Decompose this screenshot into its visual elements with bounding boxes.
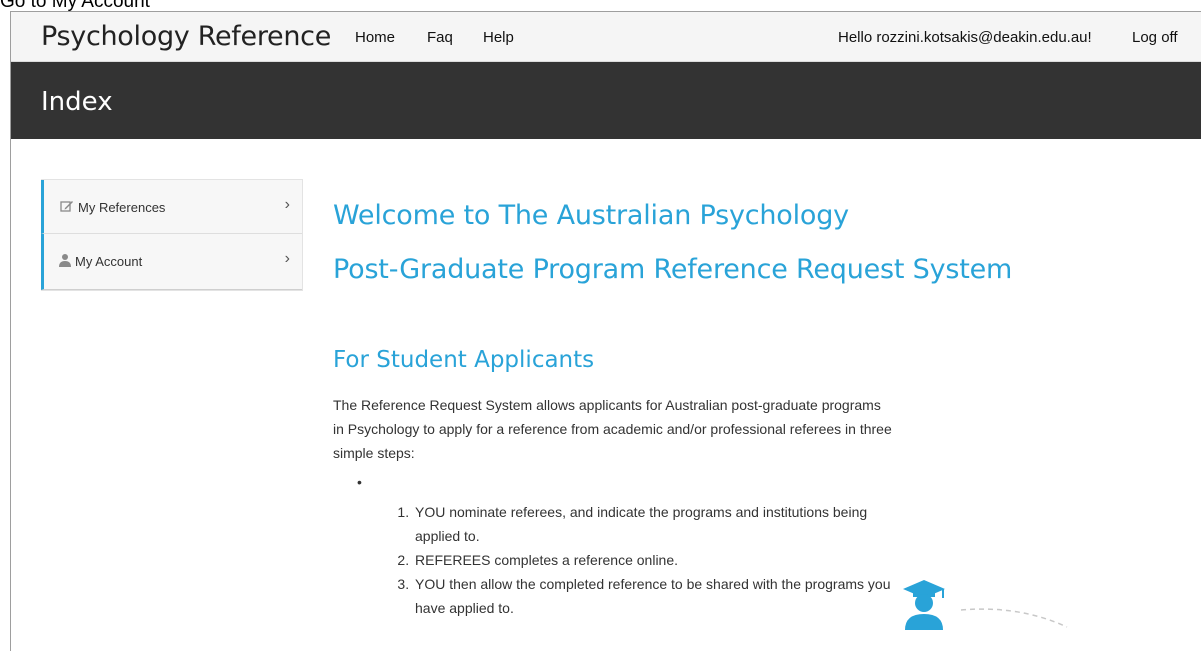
intro-paragraph: The Reference Request System allows appl… [333,397,892,461]
section-heading-students: For Student Applicants [333,347,595,373]
brand-logo[interactable]: Psychology Reference [41,21,331,52]
screenshot-caption: Go to My Account [0,0,150,12]
nav-help-link[interactable]: Help [483,29,514,46]
list-item: REFEREES completes a reference online. [413,548,898,572]
page-title: Index [41,87,113,117]
chevron-right-icon: › [284,196,290,213]
sidebar-item-my-account[interactable]: My Account › [41,234,302,290]
nav-home-link[interactable]: Home [355,29,395,46]
nav-faq-link[interactable]: Faq [427,29,453,46]
user-icon [59,254,71,267]
log-off-link[interactable]: Log off [1132,29,1178,46]
edit-icon [60,201,73,212]
sidebar-item-label: My Account [75,254,143,269]
welcome-heading-line1: Welcome to The Australian Psychology [333,200,849,231]
chevron-right-icon: › [284,250,290,267]
page-title-bar: Index [11,62,1201,139]
sidebar-item-my-references[interactable]: My References › [41,180,302,234]
decorative-dashed-curve [960,608,1068,628]
list-item: YOU nominate referees, and indicate the … [413,500,898,548]
steps-list: YOU nominate referees, and indicate the … [373,500,898,620]
user-greeting-link[interactable]: Hello rozzini.kotsakis@deakin.edu.au! [838,29,1092,46]
sidebar-menu: My References › My Account › [41,179,303,291]
browser-viewport: Psychology Reference Home Faq Help Hello… [10,11,1201,651]
bullet-marker: • [357,474,362,490]
welcome-heading-line2: Post-Graduate Program Reference Request … [333,254,1013,285]
top-navbar: Psychology Reference Home Faq Help Hello… [11,12,1201,62]
list-item: YOU then allow the completed reference t… [413,572,898,620]
graduate-student-icon [903,580,945,630]
sidebar-item-label: My References [78,200,166,215]
